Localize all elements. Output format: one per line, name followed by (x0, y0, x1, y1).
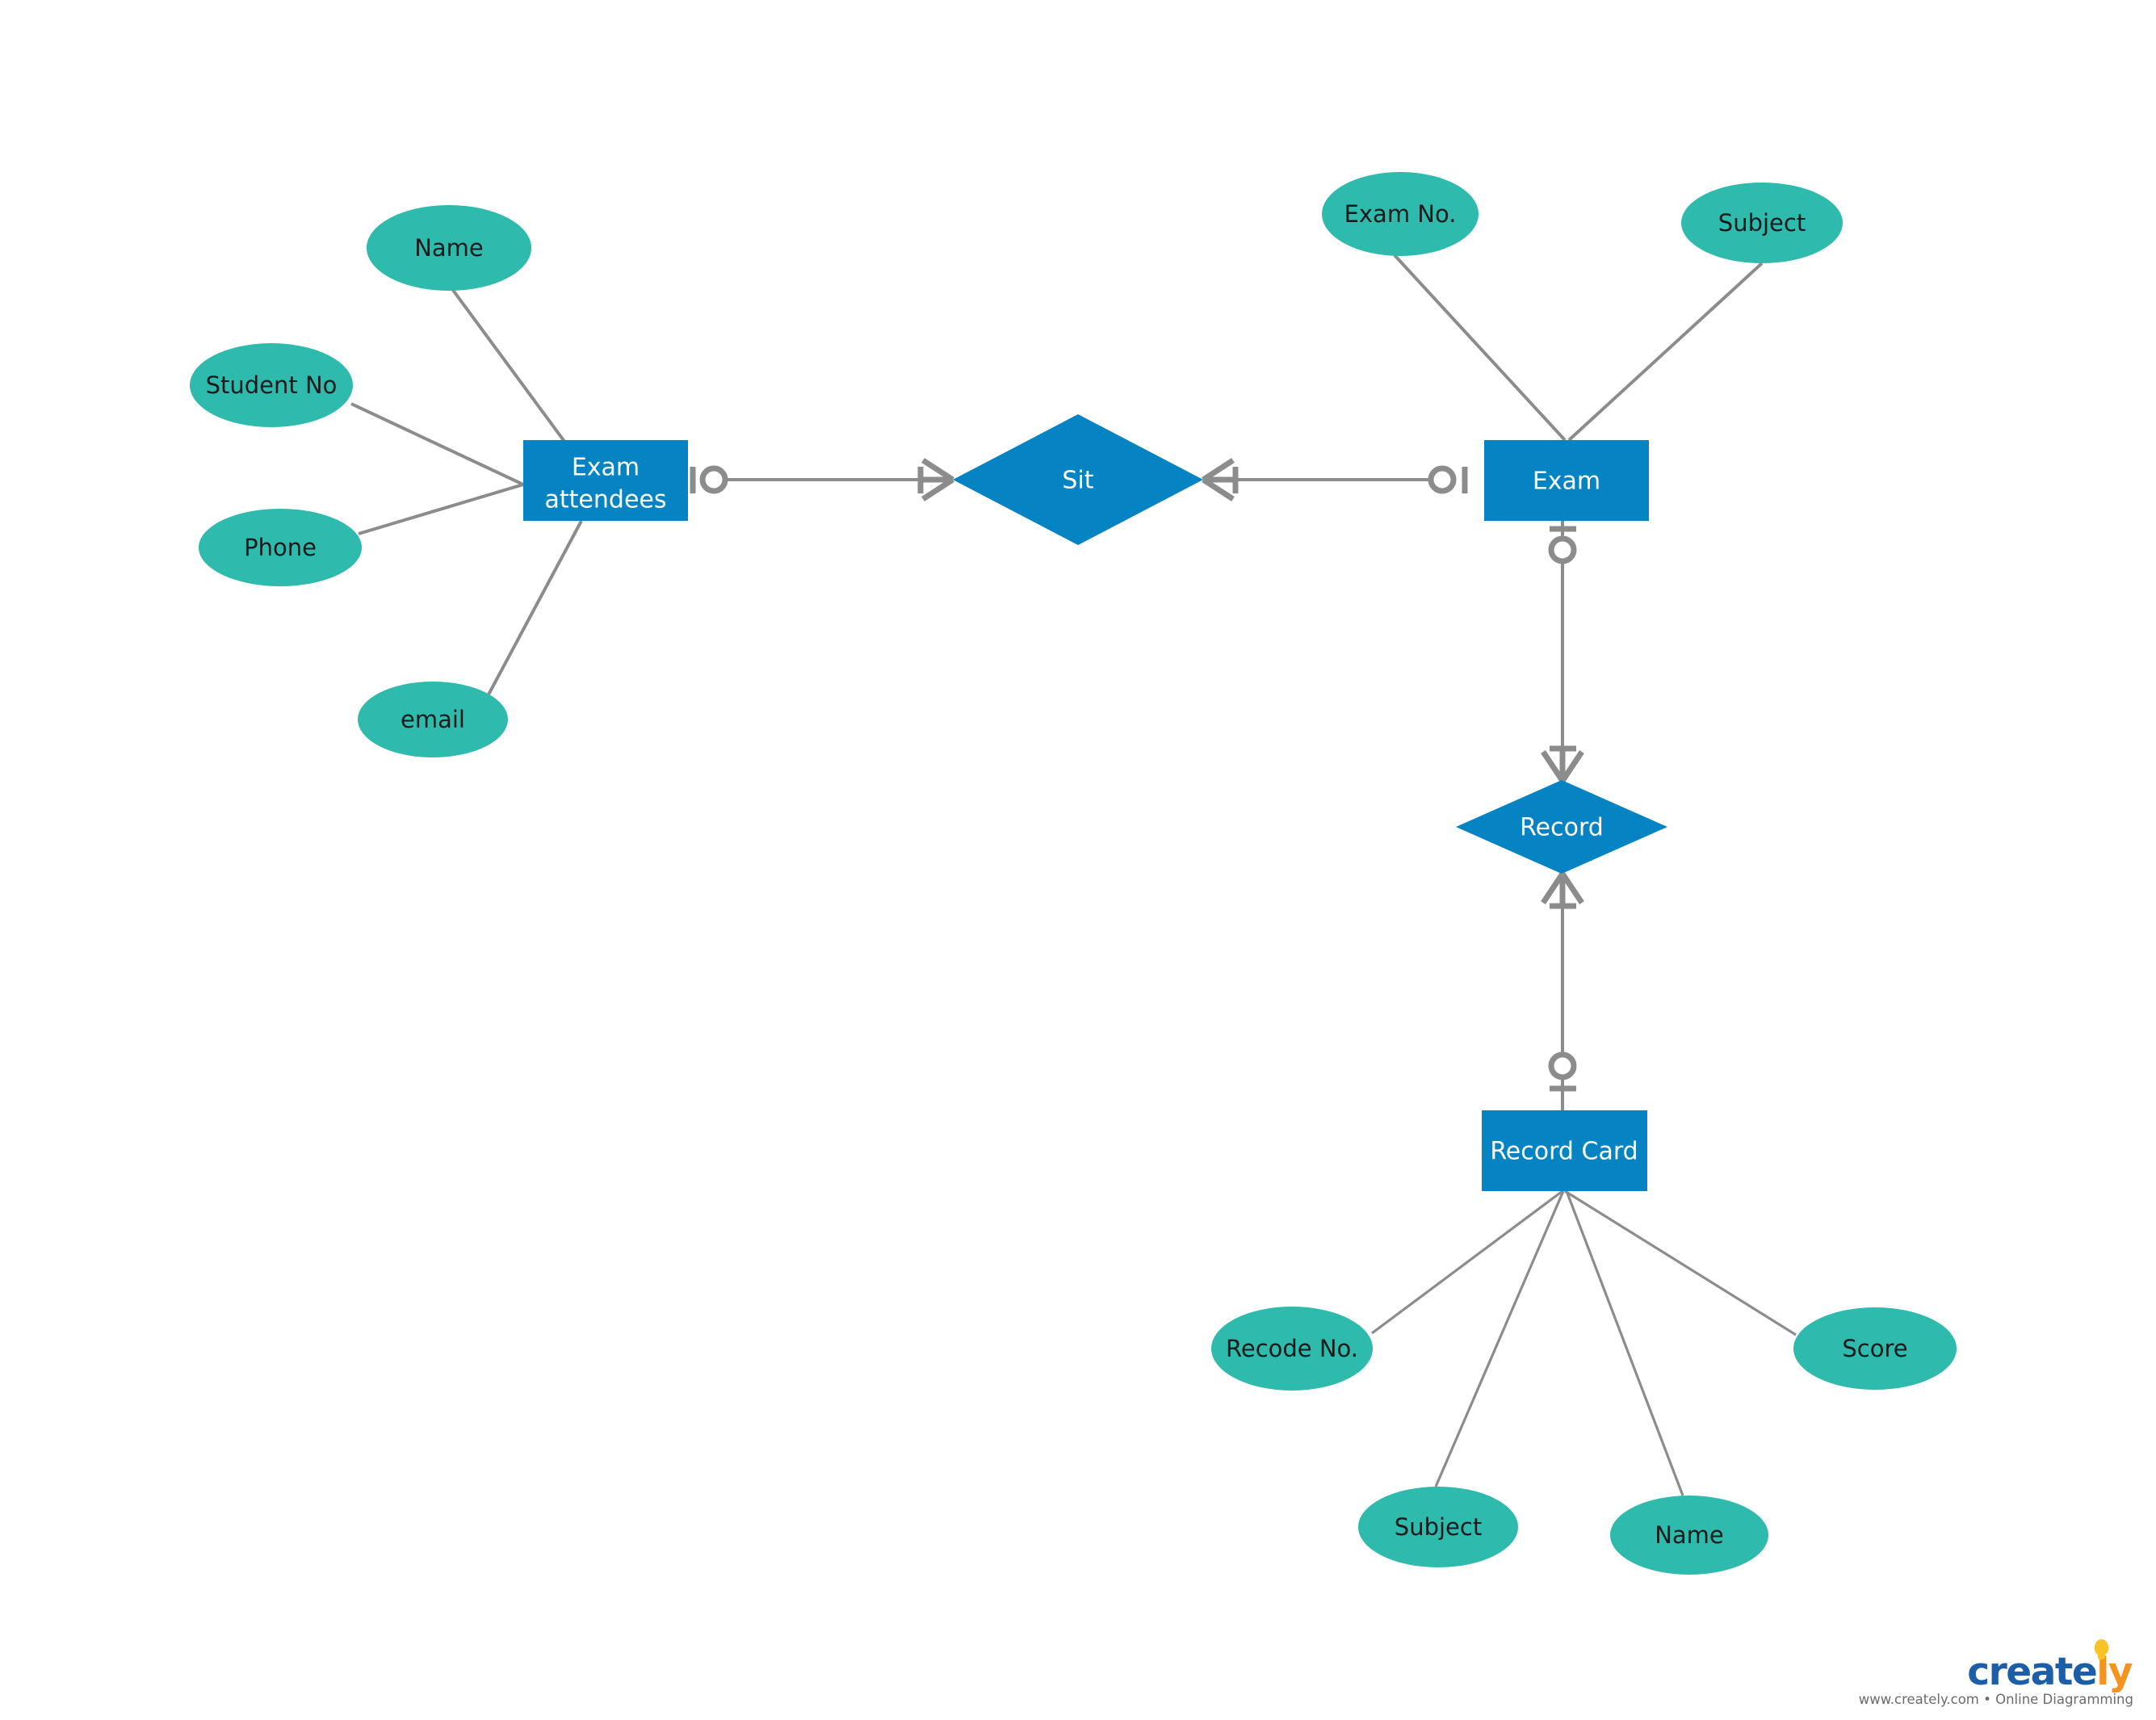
lightbulb-icon (2095, 1639, 2108, 1659)
attribute-phone[interactable]: Phone (199, 509, 362, 586)
attribute-score[interactable]: Score (1793, 1307, 1957, 1390)
entity-label-line2: attendees (545, 486, 667, 514)
attribute-recode-no[interactable]: Recode No. (1211, 1307, 1373, 1391)
line-student-no-to-exam-attendees (350, 402, 524, 486)
attribute-label: Phone (244, 534, 317, 561)
line-score-to-record-card (1564, 1189, 1797, 1336)
marker-many-mandatory-record-bottom (1541, 872, 1584, 909)
entity-label-line1: Exam (572, 454, 640, 482)
entity-record-card[interactable]: Record Card (1482, 1110, 1647, 1191)
line-subject-to-exam (1567, 262, 1764, 442)
entity-exam-attendees[interactable]: Exam attendees (523, 440, 688, 521)
relationship-label: Sit (1062, 467, 1093, 495)
creately-watermark: creately www.creately.com • Online Diagr… (1859, 1639, 2133, 1707)
er-diagram-canvas: Name Student No Phone email Exam No. Sub… (190, 172, 1957, 1575)
line-email-to-exam-attendees (486, 520, 583, 697)
marker-many-mandatory-record-top (1541, 745, 1584, 782)
creately-logo: creately (1967, 1639, 2133, 1694)
relationship-label: Record (1520, 814, 1604, 842)
logo-text-part2: e (2071, 1650, 2098, 1694)
entity-exam[interactable]: Exam (1484, 440, 1649, 521)
line-name-to-exam-attendees (451, 287, 567, 444)
marker-many-mandatory-sit-left (917, 458, 954, 501)
attribute-name[interactable]: Name (367, 205, 531, 291)
attribute-label: Name (1655, 1521, 1724, 1549)
line-phone-to-exam-attendees (358, 483, 524, 535)
marker-one-optional-exam-attendees (690, 465, 728, 494)
entity-label-line1: Record Card (1490, 1138, 1638, 1166)
line-card-name-to-record-card (1565, 1190, 1684, 1496)
entity-label-line1: Exam (1533, 468, 1600, 496)
attribute-label: Exam No. (1344, 200, 1457, 228)
attribute-label: Recode No. (1226, 1335, 1358, 1362)
attribute-label: Subject (1395, 1513, 1482, 1541)
line-card-subject-to-record-card (1434, 1190, 1565, 1487)
line-exam-no-to-exam (1393, 254, 1567, 442)
attribute-email[interactable]: email (358, 682, 508, 757)
attribute-label: Student No (206, 371, 338, 399)
relationship-record[interactable]: Record (1456, 780, 1667, 874)
attribute-card-subject[interactable]: Subject (1358, 1487, 1518, 1567)
relationship-sit[interactable]: Sit (953, 414, 1203, 545)
attribute-student-no[interactable]: Student No (190, 343, 353, 427)
attribute-exam-no[interactable]: Exam No. (1322, 172, 1479, 256)
attribute-label: Name (414, 234, 484, 262)
attribute-exam-subject[interactable]: Subject (1681, 182, 1843, 263)
relationship-connector-lines (719, 478, 1564, 1110)
marker-many-mandatory-sit-right (1202, 458, 1239, 501)
attribute-label: Subject (1718, 209, 1806, 237)
attribute-label: email (401, 706, 465, 733)
logo-text-part1: creat (1967, 1650, 2073, 1694)
attribute-label: Score (1842, 1335, 1907, 1362)
marker-one-optional-exam-left (1428, 465, 1468, 494)
attribute-card-name[interactable]: Name (1610, 1496, 1768, 1575)
